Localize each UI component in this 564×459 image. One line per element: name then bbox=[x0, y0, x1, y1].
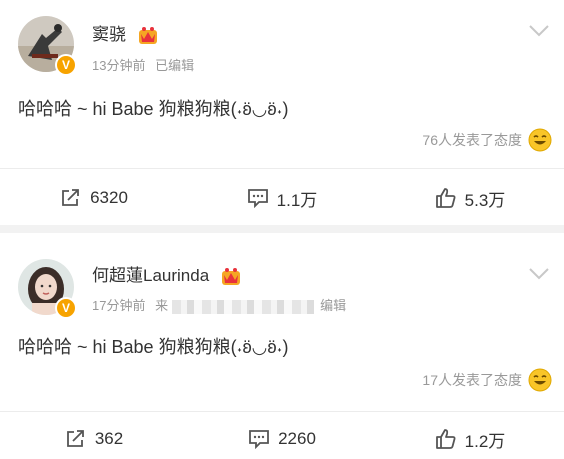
user-name[interactable]: 窦骁 bbox=[92, 20, 159, 46]
blurred-region bbox=[172, 299, 315, 314]
comment-button[interactable]: 1.1万 bbox=[188, 178, 376, 218]
edited-label[interactable]: 编辑 bbox=[320, 298, 346, 313]
post-meta: 13分钟前 已编辑 bbox=[92, 55, 200, 74]
divider bbox=[0, 411, 564, 412]
source-prefix: 来 bbox=[155, 298, 169, 313]
repost-icon bbox=[65, 429, 87, 449]
crown-icon bbox=[221, 267, 240, 285]
post-time: 17分钟前 bbox=[92, 298, 146, 313]
post-content: 哈哈哈 ~ hi Babe 狗粮狗粮(˖ʚ̈◡ʚ̈˖) bbox=[18, 337, 289, 357]
repost-icon bbox=[60, 188, 82, 208]
repost-button[interactable]: 362 bbox=[0, 419, 188, 459]
attitude-summary[interactable]: 17人发表了态度 bbox=[422, 368, 552, 392]
attitude-summary[interactable]: 76人发表了态度 bbox=[422, 128, 552, 152]
attitude-text[interactable]: 76人发表了态度 bbox=[422, 130, 522, 150]
attitude-text[interactable]: 17人发表了态度 bbox=[422, 370, 522, 390]
comment-count: 2260 bbox=[278, 429, 316, 448]
like-button[interactable]: 1.2万 bbox=[376, 419, 564, 459]
verified-badge-icon: V bbox=[55, 297, 77, 319]
crown-icon bbox=[138, 26, 157, 44]
repost-button[interactable]: 6320 bbox=[0, 178, 188, 218]
like-button[interactable]: 5.3万 bbox=[376, 178, 564, 218]
like-count: 1.2万 bbox=[464, 431, 506, 451]
post-meta: 17分钟前 来 编辑 bbox=[92, 295, 352, 314]
edited-label[interactable]: 已编辑 bbox=[155, 58, 194, 73]
chevron-down-icon[interactable] bbox=[528, 267, 550, 281]
verified-badge-icon: V bbox=[55, 54, 77, 76]
divider bbox=[0, 168, 564, 169]
weibo-post: V 何超蓮Laurinda 17分钟前 来 编辑 哈哈哈 ~ hi Babe 狗粮… bbox=[0, 233, 564, 456]
comment-count: 1.1万 bbox=[276, 190, 318, 210]
post-time: 13分钟前 bbox=[92, 58, 146, 73]
like-icon bbox=[435, 187, 457, 209]
user-name-text[interactable]: 窦骁 bbox=[92, 25, 126, 44]
chevron-down-icon[interactable] bbox=[528, 24, 550, 38]
action-bar: 6320 1.1万 5.3万 bbox=[0, 178, 564, 218]
comment-button[interactable]: 2260 bbox=[188, 419, 376, 459]
user-name-text[interactable]: 何超蓮Laurinda bbox=[92, 266, 209, 285]
like-icon bbox=[435, 428, 457, 450]
comment-icon bbox=[248, 429, 270, 449]
weibo-post: V 窦骁 13分钟前 已编辑 哈哈哈 ~ hi Babe 狗粮狗粮(˖ʚ̈◡ʚ̈… bbox=[0, 0, 564, 225]
smile-emoji-icon[interactable] bbox=[528, 368, 552, 392]
user-name[interactable]: 何超蓮Laurinda bbox=[92, 261, 242, 287]
action-bar: 362 2260 1.2万 bbox=[0, 419, 564, 459]
smile-emoji-icon[interactable] bbox=[528, 128, 552, 152]
like-count: 5.3万 bbox=[464, 190, 506, 210]
comment-icon bbox=[247, 188, 269, 208]
post-content: 哈哈哈 ~ hi Babe 狗粮狗粮(˖ʚ̈◡ʚ̈˖) bbox=[18, 99, 289, 119]
repost-count: 6320 bbox=[90, 188, 128, 207]
repost-count: 362 bbox=[94, 429, 124, 448]
post-separator bbox=[0, 225, 564, 233]
